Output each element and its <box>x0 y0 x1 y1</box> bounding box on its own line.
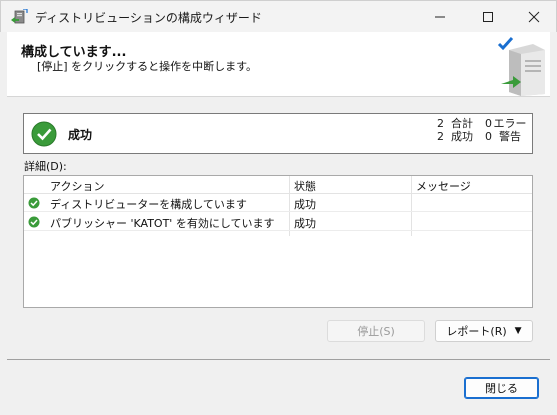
success-icon <box>28 197 40 209</box>
row-status: 成功 <box>294 217 316 230</box>
close-button-label: 閉じる <box>485 382 518 395</box>
window-title: ディストリビューションの構成ウィザード <box>35 11 262 25</box>
status-summary: 成功 2 合計 0 エラー 2 成功 0 警告 <box>23 113 533 154</box>
stop-button-label: 停止(S) <box>357 325 395 338</box>
report-button-label: レポート(R) <box>446 325 507 338</box>
close-window-button[interactable] <box>511 1 557 33</box>
warning-label: 警告 <box>499 130 521 143</box>
total-label: 合計 <box>451 117 473 130</box>
close-icon <box>528 11 540 23</box>
close-button[interactable]: 閉じる <box>464 377 539 399</box>
details-label: 詳細(D): <box>24 160 67 173</box>
total-count: 2 <box>437 117 444 130</box>
table-header: アクション 状態 メッセージ <box>24 176 532 194</box>
details-table[interactable]: アクション 状態 メッセージ ディストリビューターを構成しています 成功 パブリ… <box>23 175 533 308</box>
maximize-icon <box>483 12 493 22</box>
minimize-icon <box>435 16 445 18</box>
footer-divider <box>7 359 550 360</box>
success-label: 成功 <box>451 130 473 143</box>
title-bar: ディストリビューションの構成ウィザード <box>0 0 557 32</box>
error-count: 0 <box>485 117 492 130</box>
table-row[interactable]: パブリッシャー 'KATOT' を有効にしています 成功 <box>24 213 532 231</box>
column-header-action[interactable]: アクション <box>50 178 104 194</box>
column-header-message[interactable]: メッセージ <box>416 178 471 194</box>
stop-button[interactable]: 停止(S) <box>327 320 425 342</box>
row-status: 成功 <box>294 198 316 211</box>
success-check-icon <box>31 121 57 147</box>
server-check-icon <box>497 36 545 96</box>
success-count: 2 <box>437 130 444 143</box>
dropdown-arrow-icon: ▼ <box>514 326 522 336</box>
report-button[interactable]: レポート(R) ▼ <box>435 320 533 342</box>
count-row-total: 2 合計 0 エラー <box>424 117 528 130</box>
column-header-status[interactable]: 状態 <box>294 178 316 194</box>
row-action: ディストリビューターを構成しています <box>50 198 247 211</box>
minimize-button[interactable] <box>417 1 463 33</box>
status-label: 成功 <box>68 128 93 142</box>
wizard-header: 構成しています... [停止] をクリックすると操作を中断します。 <box>7 32 550 97</box>
warning-count: 0 <box>485 130 492 143</box>
wizard-app-icon <box>11 9 28 24</box>
page-subtitle: [停止] をクリックすると操作を中断します。 <box>37 60 257 73</box>
maximize-button[interactable] <box>465 1 511 33</box>
table-row[interactable]: ディストリビューターを構成しています 成功 <box>24 194 532 212</box>
row-action: パブリッシャー 'KATOT' を有効にしています <box>50 217 275 230</box>
count-row-success: 2 成功 0 警告 <box>424 130 528 143</box>
error-label: エラー <box>493 117 527 130</box>
result-counts: 2 合計 0 エラー 2 成功 0 警告 <box>424 117 528 143</box>
success-icon <box>28 216 40 228</box>
